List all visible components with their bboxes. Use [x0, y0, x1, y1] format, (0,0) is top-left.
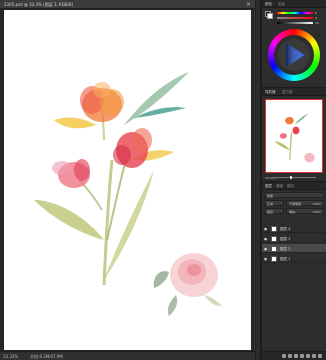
document-status-bar: 33.33% 文档:8.3M/47.9M [0, 351, 255, 360]
hue-slider[interactable] [277, 12, 313, 14]
photoshop-window: 2305.psd @ 33.3% (图层 3, RGB/8) × 33.33% … [0, 0, 326, 360]
tab-layers[interactable]: 图层 [265, 184, 272, 189]
document-window: 2305.psd @ 33.3% (图层 3, RGB/8) × 33.33% … [0, 0, 255, 360]
close-icon[interactable]: × [246, 1, 251, 8]
document-tab[interactable]: 2305.psd @ 33.3% (图层 3, RGB/8) × [0, 0, 255, 9]
color-panel: 颜色 色板 0 0 10 [262, 0, 326, 88]
layers-panel: 图层 通道 路径 类型 正常 不透明度: 100% 锁定: 填充: 100% ●… [262, 182, 326, 360]
layer-thumbnail [271, 235, 277, 242]
fill-label: 填充: [289, 209, 297, 214]
brightness-value[interactable]: 10 [315, 21, 319, 25]
opacity-value[interactable]: 100% [312, 202, 321, 206]
link-layers-icon[interactable] [282, 354, 286, 358]
zoom-readout[interactable]: 33.33% [3, 354, 18, 359]
watercolor-flowers-artwork [34, 72, 222, 316]
layer-row[interactable]: ● 图层 4 [262, 224, 326, 233]
layer-kind-filter[interactable]: 类型 [264, 192, 324, 198]
brightness-slider[interactable] [277, 22, 313, 24]
color-panel-tabs: 颜色 色板 [262, 0, 326, 8]
tab-color[interactable]: 颜色 [265, 2, 272, 7]
tab-navigator[interactable]: 导航器 [265, 90, 276, 95]
saturation-slider[interactable] [277, 17, 313, 19]
collapsed-panel-strip[interactable] [256, 0, 261, 360]
layer-style-icon[interactable] [288, 354, 292, 358]
navigator-zoom-slider[interactable] [276, 176, 316, 179]
layer-thumbnail [271, 245, 277, 252]
layer-thumbnail [271, 255, 277, 262]
new-group-icon[interactable] [306, 354, 310, 358]
navigator-preview-image [274, 113, 315, 163]
layer-thumbnail [271, 225, 277, 232]
adjustment-layer-icon[interactable] [300, 354, 304, 358]
document-size-info: 文档:8.3M/47.9M [30, 354, 63, 359]
color-wheel[interactable] [268, 29, 320, 81]
canvas[interactable] [4, 10, 251, 350]
layer-row[interactable]: ● 图层 1 [262, 254, 326, 263]
add-mask-icon[interactable] [294, 354, 298, 358]
layer-row[interactable]: ● 图层 3 [262, 234, 326, 243]
tab-channels[interactable]: 通道 [276, 184, 283, 189]
eye-icon[interactable]: ● [264, 257, 267, 261]
layers-panel-tabs: 图层 通道 路径 [262, 182, 326, 190]
eye-icon[interactable]: ● [264, 237, 267, 241]
fill-value[interactable]: 100% [312, 210, 321, 214]
tab-paths[interactable]: 路径 [287, 184, 294, 189]
navigator-panel-tabs: 导航器 直方图 [262, 88, 326, 96]
tab-swatches[interactable]: 色板 [278, 2, 285, 7]
right-panels: 颜色 色板 0 0 10 导航器 直方图 33.33% 图层 通道 路径 类型 … [262, 0, 326, 360]
eye-icon[interactable]: ● [264, 227, 267, 231]
triangle-picker-icon[interactable] [278, 39, 310, 71]
eye-icon[interactable]: ● [264, 247, 267, 251]
new-layer-icon[interactable] [312, 354, 316, 358]
background-color-swatch[interactable] [267, 13, 273, 19]
layer-name: 图层 2 [280, 246, 291, 251]
color-wheel-core[interactable] [278, 39, 310, 71]
blend-mode-select[interactable]: 正常 [264, 200, 284, 206]
color-wheel-ring-gap [274, 35, 314, 75]
layer-name: 图层 1 [280, 256, 291, 261]
lock-label: 锁定: [267, 209, 275, 214]
fill-field[interactable]: 填充: 100% [286, 208, 324, 214]
hue-value[interactable]: 0 [315, 11, 317, 15]
navigator-zoom-value[interactable]: 33.33% [265, 176, 276, 180]
blend-mode-value: 正常 [267, 201, 274, 206]
layer-kind-label: 类型 [267, 193, 274, 198]
navigator-thumbnail[interactable] [265, 99, 323, 173]
saturation-value[interactable]: 0 [315, 16, 317, 20]
navigator-panel: 导航器 直方图 33.33% [262, 88, 326, 182]
trash-icon[interactable] [318, 354, 322, 358]
lock-controls[interactable]: 锁定: [264, 208, 284, 214]
tab-histogram[interactable]: 直方图 [282, 90, 293, 95]
layers-panel-footer [262, 351, 326, 360]
layer-name: 图层 4 [280, 226, 291, 231]
layer-row-active[interactable]: ● 图层 2 [262, 244, 326, 253]
layer-name: 图层 3 [280, 236, 291, 241]
document-title: 2305.psd @ 33.3% (图层 3, RGB/8) [4, 2, 74, 7]
opacity-label: 不透明度: [289, 201, 303, 206]
opacity-field[interactable]: 不透明度: 100% [286, 200, 324, 206]
